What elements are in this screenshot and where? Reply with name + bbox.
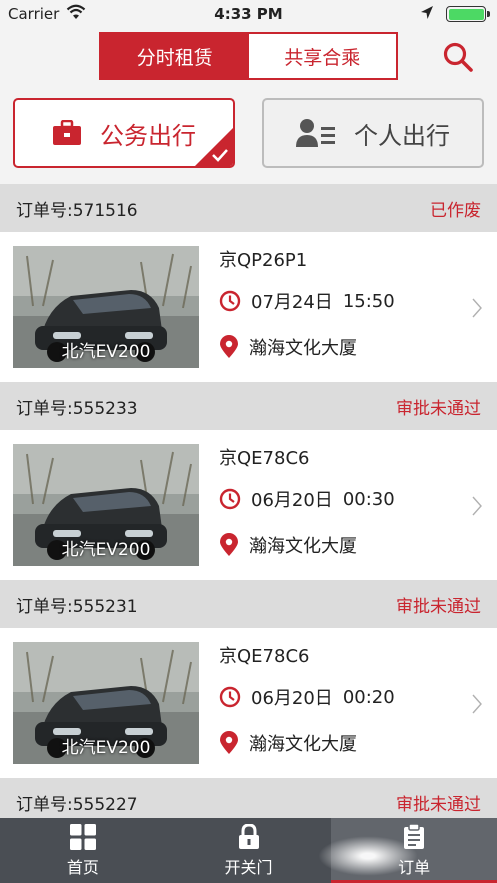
pickup-location: 瀚海文化大厦 bbox=[249, 734, 357, 755]
business-trip-button[interactable]: 公务出行 bbox=[13, 98, 235, 168]
search-icon[interactable] bbox=[441, 40, 475, 74]
pickup-time-row: 07月24日 15:50 bbox=[219, 288, 395, 314]
briefcase-icon bbox=[53, 120, 81, 145]
tab-home-label: 首页 bbox=[66, 857, 99, 877]
order-status: 审批未通过 bbox=[396, 398, 481, 419]
pickup-time: 00:20 bbox=[342, 686, 395, 708]
chevron-right-icon bbox=[472, 496, 482, 516]
personal-trip-label: 个人出行 bbox=[354, 121, 450, 150]
order-header: 订单号:555233 审批未通过 bbox=[0, 382, 497, 430]
clock-icon bbox=[219, 290, 241, 312]
license-plate: 京QE78C6 bbox=[219, 448, 310, 469]
service-segmented-control: 分时租赁 共享合乘 bbox=[99, 32, 398, 80]
screen-glare bbox=[318, 836, 418, 876]
car-image: 北汽EV200 bbox=[13, 246, 199, 368]
chevron-right-icon bbox=[472, 694, 482, 714]
pickup-location: 瀚海文化大厦 bbox=[249, 536, 357, 557]
license-plate: 京QE78C6 bbox=[219, 646, 310, 667]
order-card[interactable]: 北汽EV200 京QE78C6 06月20日 00:20 瀚海文化大厦 bbox=[0, 628, 497, 778]
pickup-location-row: 瀚海文化大厦 bbox=[219, 334, 357, 360]
order-card[interactable]: 北汽EV200 京QP26P1 07月24日 15:50 瀚海文化大厦 bbox=[0, 232, 497, 382]
pickup-location-row: 瀚海文化大厦 bbox=[219, 532, 357, 558]
location-pin-icon bbox=[220, 335, 238, 358]
car-image: 北汽EV200 bbox=[13, 444, 199, 566]
pickup-time-row: 06月20日 00:30 bbox=[219, 486, 395, 512]
order-status: 已作废 bbox=[430, 200, 481, 221]
checkmark-icon bbox=[212, 149, 228, 162]
order-number: 订单号:555233 bbox=[16, 398, 138, 419]
location-pin-icon bbox=[220, 731, 238, 754]
trip-type-bar: 公务出行 个人出行 bbox=[0, 84, 497, 184]
nav-bar: 分时租赁 共享合乘 bbox=[0, 28, 497, 84]
pickup-date: 06月20日 bbox=[251, 688, 333, 709]
pickup-time-row: 06月20日 00:20 bbox=[219, 684, 395, 710]
order-number: 订单号:571516 bbox=[16, 200, 138, 221]
chevron-right-icon bbox=[472, 298, 482, 318]
pickup-time: 15:50 bbox=[342, 290, 395, 312]
personal-trip-button[interactable]: 个人出行 bbox=[262, 98, 484, 168]
car-model-label: 北汽EV200 bbox=[61, 342, 151, 362]
grid-icon bbox=[69, 823, 96, 850]
car-model-label: 北汽EV200 bbox=[61, 540, 151, 560]
lock-icon bbox=[238, 823, 259, 849]
clock-icon bbox=[219, 686, 241, 708]
person-list-icon bbox=[296, 119, 335, 147]
license-plate: 京QP26P1 bbox=[219, 250, 308, 271]
tab-rental[interactable]: 分时租赁 bbox=[101, 34, 249, 78]
order-number: 订单号:555231 bbox=[16, 596, 138, 617]
bottom-tab-bar: 首页 开关门 订单 bbox=[0, 818, 497, 883]
car-image: 北汽EV200 bbox=[13, 642, 199, 764]
pickup-location-row: 瀚海文化大厦 bbox=[219, 730, 357, 756]
order-header: 订单号:571516 已作废 bbox=[0, 184, 497, 232]
pickup-location: 瀚海文化大厦 bbox=[249, 338, 357, 359]
order-header: 订单号:555231 审批未通过 bbox=[0, 580, 497, 628]
business-trip-label: 公务出行 bbox=[100, 121, 196, 150]
order-number: 订单号:555227 bbox=[16, 794, 138, 815]
car-model-label: 北汽EV200 bbox=[61, 738, 151, 758]
tab-door-label: 开关门 bbox=[224, 857, 273, 877]
pickup-time: 00:30 bbox=[342, 488, 395, 510]
status-bar: Carrier 4:33 PM bbox=[0, 0, 497, 28]
clock-icon bbox=[219, 488, 241, 510]
order-status: 审批未通过 bbox=[396, 596, 481, 617]
location-arrow-icon bbox=[421, 6, 433, 19]
tab-carpool[interactable]: 共享合乘 bbox=[248, 34, 396, 78]
pickup-date: 06月20日 bbox=[251, 490, 333, 511]
pickup-date: 07月24日 bbox=[251, 292, 333, 313]
order-card[interactable]: 北汽EV200 京QE78C6 06月20日 00:30 瀚海文化大厦 bbox=[0, 430, 497, 580]
tab-home[interactable]: 首页 bbox=[0, 818, 166, 883]
battery-icon bbox=[446, 6, 490, 22]
order-status: 审批未通过 bbox=[396, 794, 481, 815]
tab-door[interactable]: 开关门 bbox=[166, 818, 332, 883]
location-pin-icon bbox=[220, 533, 238, 556]
